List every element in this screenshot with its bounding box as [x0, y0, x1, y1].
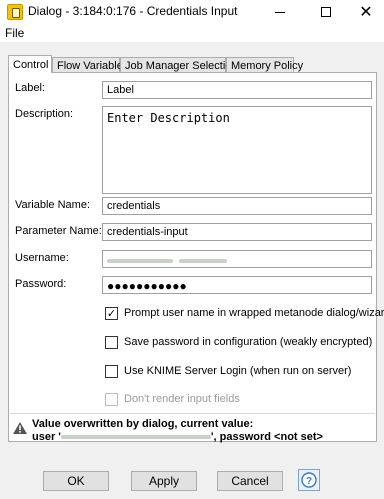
svg-text:?: ?	[306, 476, 312, 487]
warning-line-2: user ' ', password <not set>	[32, 431, 323, 443]
option-server-login[interactable]: Use KNIME Server Login (when run on serv…	[105, 363, 351, 379]
warning-line-1: Value overwritten by dialog, current val…	[32, 418, 254, 430]
checkmark-icon: ✓	[106, 306, 117, 320]
username-label: Username:	[15, 252, 69, 264]
checkbox-save-password[interactable]	[105, 335, 118, 349]
warning-triangle-icon	[13, 422, 27, 434]
help-question-icon: ?	[301, 472, 317, 488]
title-bar: Dialog - 3:184:0:176 - Credentials Input…	[0, 0, 384, 24]
cancel-button[interactable]: Cancel	[217, 471, 283, 491]
checkbox-dont-render	[105, 392, 118, 406]
tab-job-manager-selection[interactable]: Job Manager Selection	[120, 57, 238, 73]
label-input[interactable]: Label	[102, 81, 372, 99]
close-icon: ✕	[359, 2, 373, 21]
control-panel: Label: Label Description: Enter Descript…	[8, 72, 384, 443]
warning-prefix: user '	[32, 431, 61, 443]
option-dont-render: Don't render input fields	[105, 391, 240, 407]
warning-message: Value overwritten by dialog, current val…	[10, 413, 375, 443]
parameter-name-label: Parameter Name:	[15, 225, 102, 237]
description-textarea[interactable]: Enter Description	[102, 106, 372, 194]
tab-flow-variables[interactable]: Flow Variables	[52, 57, 128, 73]
menu-bar: File	[0, 24, 384, 42]
description-label: Description:	[15, 108, 74, 120]
checkbox-server-login[interactable]	[105, 364, 118, 378]
apply-button[interactable]: Apply	[131, 471, 197, 491]
redacted-username	[107, 258, 173, 263]
minimize-button[interactable]	[262, 0, 298, 24]
menu-file[interactable]: File	[5, 26, 24, 40]
app-icon	[7, 4, 23, 20]
label-label: Label:	[15, 82, 45, 94]
minimize-icon	[275, 11, 285, 13]
help-button[interactable]: ?	[298, 469, 320, 491]
password-input[interactable]: ●●●●●●●●●●●	[102, 276, 372, 294]
close-button[interactable]: ✕	[348, 0, 384, 24]
maximize-icon	[321, 7, 331, 17]
parameter-name-input[interactable]: credentials-input	[102, 223, 372, 241]
variable-name-input[interactable]: credentials	[102, 197, 372, 215]
warning-suffix: ', password <not set>	[210, 431, 323, 443]
variable-name-label: Variable Name:	[15, 199, 90, 211]
tab-control[interactable]: Control	[8, 55, 52, 73]
password-label: Password:	[15, 278, 67, 290]
checkbox-prompt-user-name[interactable]: ✓	[105, 306, 118, 320]
option-prompt-user-name[interactable]: ✓ Prompt user name in wrapped metanode d…	[105, 305, 384, 321]
window-title: Dialog - 3:184:0:176 - Credentials Input	[28, 4, 238, 18]
tab-memory-policy[interactable]: Memory Policy	[226, 57, 303, 73]
option-label: Don't render input fields	[124, 393, 240, 405]
username-input[interactable]	[102, 250, 372, 268]
redacted-user-value	[60, 435, 211, 440]
ok-button[interactable]: OK	[43, 471, 109, 491]
option-label: Prompt user name in wrapped metanode dia…	[124, 307, 384, 319]
option-label: Save password in configuration (weakly e…	[124, 336, 373, 348]
maximize-button[interactable]	[308, 0, 344, 24]
option-label: Use KNIME Server Login (when run on serv…	[124, 365, 352, 377]
redacted-username-part	[179, 258, 228, 263]
option-save-password[interactable]: Save password in configuration (weakly e…	[105, 334, 372, 350]
